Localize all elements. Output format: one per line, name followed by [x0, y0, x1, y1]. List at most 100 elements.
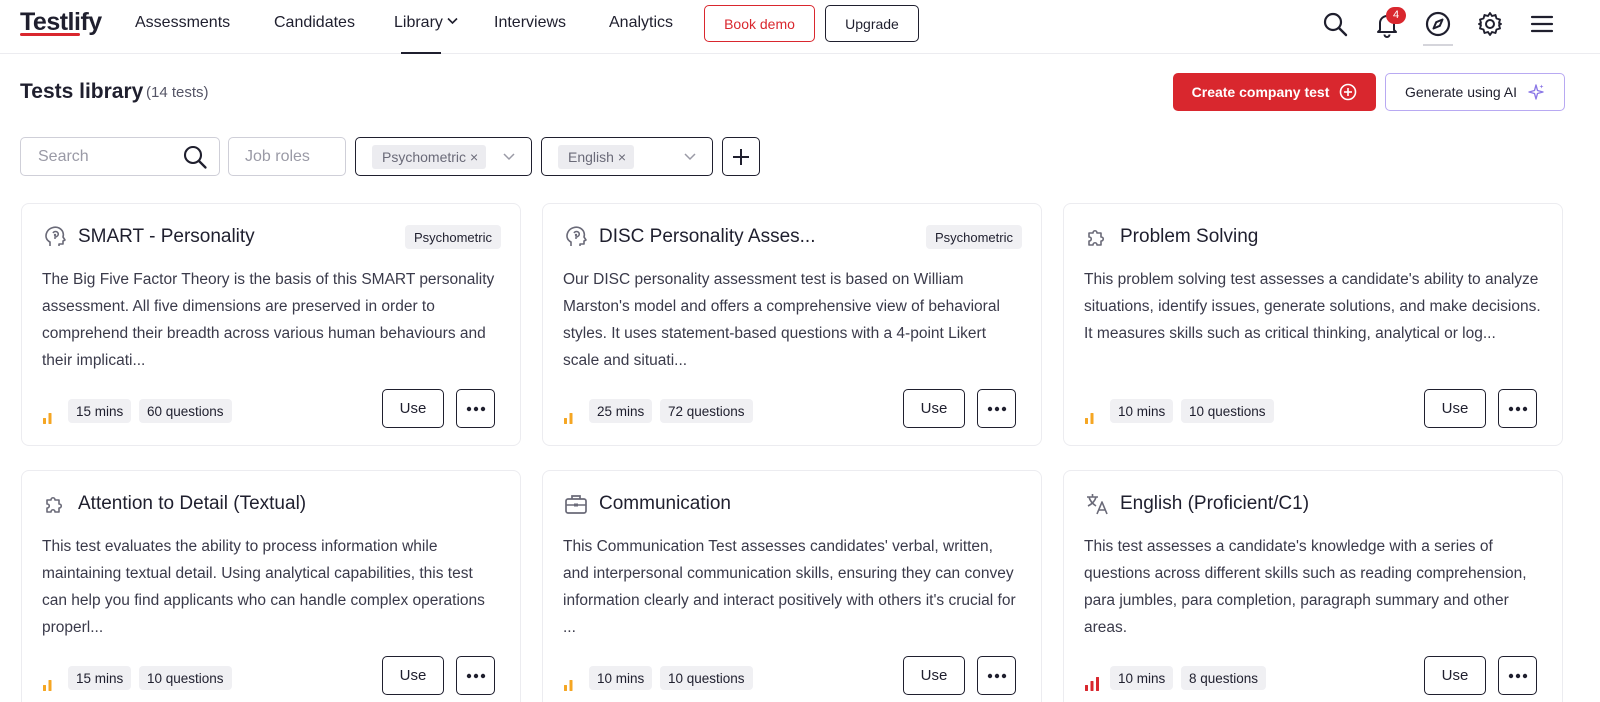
- generate-using-ai-label: Generate using AI: [1404, 84, 1518, 100]
- nav-interviews[interactable]: Interviews: [494, 14, 566, 32]
- generate-using-ai-button[interactable]: Generate using AI: [1385, 73, 1565, 111]
- difficulty-level-icon: [1085, 677, 1099, 691]
- test-description: This problem solving test assesses a can…: [1084, 271, 1541, 342]
- more-options-button[interactable]: [456, 389, 495, 428]
- create-company-test-label: Create company test: [1191, 84, 1330, 100]
- test-title: English (Proficient/C1): [1120, 493, 1310, 514]
- difficulty-level-icon: [564, 410, 578, 424]
- plus-circle-icon: [1340, 83, 1357, 101]
- test-card[interactable]: Communication This Communication Test as…: [542, 470, 1042, 702]
- top-navbar: Testlify Assessments Candidates Library …: [0, 0, 1600, 54]
- difficulty-level-icon: [1085, 410, 1099, 424]
- create-company-test-button[interactable]: Create company test: [1173, 73, 1376, 111]
- nav-library-label: Library: [394, 14, 443, 31]
- test-card[interactable]: English (Proficient/C1) This test assess…: [1063, 470, 1563, 702]
- close-icon[interactable]: ×: [618, 149, 626, 165]
- search-field: [20, 137, 220, 176]
- test-question-count: 8 questions: [1181, 666, 1267, 690]
- nav-active-indicator: [401, 52, 441, 54]
- gear-icon[interactable]: [1476, 10, 1504, 38]
- test-question-count: 72 questions: [660, 399, 753, 423]
- chevron-down-icon: [447, 16, 458, 28]
- test-title: Attention to Detail (Textual): [78, 493, 307, 514]
- test-category-tag: Psychometric: [925, 225, 1022, 249]
- more-options-button[interactable]: [1498, 389, 1537, 428]
- search-icon[interactable]: [181, 143, 209, 171]
- more-horizontal-icon: [466, 406, 485, 411]
- difficulty-level-icon: [43, 677, 57, 691]
- test-card[interactable]: Problem Solving This problem solving tes…: [1063, 203, 1563, 446]
- test-description: This Communication Test assesses candida…: [563, 538, 1016, 636]
- test-title: Problem Solving: [1120, 226, 1259, 247]
- test-title: Communication: [599, 493, 731, 514]
- chevron-down-icon: [503, 153, 515, 161]
- briefcase-icon: [565, 495, 587, 514]
- puzzle-icon: [1088, 229, 1105, 246]
- nav-assessments[interactable]: Assessments: [135, 14, 230, 32]
- more-options-button[interactable]: [1498, 656, 1537, 695]
- upgrade-button[interactable]: Upgrade: [825, 5, 919, 42]
- more-horizontal-icon: [1508, 406, 1527, 411]
- use-test-button[interactable]: Use: [903, 389, 965, 428]
- test-question-count: 10 questions: [139, 666, 232, 690]
- use-test-button[interactable]: Use: [1424, 389, 1486, 428]
- close-icon[interactable]: ×: [470, 149, 478, 165]
- chevron-down-icon: [684, 153, 696, 161]
- search-input[interactable]: [22, 139, 172, 174]
- translate-icon: [1087, 494, 1108, 515]
- use-test-button[interactable]: Use: [1424, 656, 1486, 695]
- nav-candidates[interactable]: Candidates: [274, 14, 355, 32]
- test-description: Our DISC personality assessment test is …: [563, 271, 1000, 369]
- test-category-tag: Psychometric: [404, 225, 501, 249]
- test-duration: 15 mins: [68, 666, 132, 690]
- compass-icon[interactable]: [1424, 10, 1452, 38]
- brain-head-icon: [566, 226, 587, 246]
- test-description: The Big Five Factor Theory is the basis …: [42, 271, 495, 369]
- test-count: (14 tests): [146, 84, 209, 101]
- puzzle-icon: [46, 496, 63, 513]
- compass-active-indicator: [1423, 44, 1453, 46]
- test-card[interactable]: SMART - Personality Psychometric The Big…: [21, 203, 521, 446]
- use-test-button[interactable]: Use: [382, 389, 444, 428]
- test-question-count: 60 questions: [139, 399, 232, 423]
- job-roles-input[interactable]: [229, 138, 345, 175]
- more-horizontal-icon: [987, 406, 1006, 411]
- filter-chip-psychometric: Psychometric ×: [372, 145, 487, 169]
- test-duration: 25 mins: [589, 399, 653, 423]
- use-test-button[interactable]: Use: [903, 656, 965, 695]
- brain-head-icon: [45, 226, 66, 246]
- notifications-badge: 4: [1386, 7, 1406, 24]
- more-horizontal-icon: [1508, 673, 1527, 678]
- plus-icon: [733, 148, 749, 165]
- job-roles-field: [228, 137, 346, 176]
- difficulty-level-icon: [564, 677, 578, 691]
- test-duration: 10 mins: [1110, 399, 1174, 423]
- more-options-button[interactable]: [456, 656, 495, 695]
- search-icon[interactable]: [1321, 10, 1349, 38]
- test-question-count: 10 questions: [660, 666, 753, 690]
- difficulty-level-icon: [43, 410, 57, 424]
- nav-analytics[interactable]: Analytics: [609, 14, 673, 32]
- test-duration: 10 mins: [1110, 666, 1174, 690]
- use-test-button[interactable]: Use: [382, 656, 444, 695]
- test-duration: 15 mins: [68, 399, 132, 423]
- nav-library[interactable]: Library: [394, 14, 458, 32]
- logo-underline: [20, 33, 80, 36]
- test-question-count: 10 questions: [1181, 399, 1274, 423]
- test-card[interactable]: Attention to Detail (Textual) This test …: [21, 470, 521, 702]
- page-title: Tests library: [20, 80, 144, 103]
- book-demo-button[interactable]: Book demo: [704, 5, 815, 42]
- menu-icon[interactable]: [1528, 10, 1556, 38]
- more-horizontal-icon: [987, 673, 1006, 678]
- filter-chip-english: English ×: [558, 145, 635, 169]
- language-select[interactable]: English ×: [541, 137, 713, 176]
- more-options-button[interactable]: [977, 389, 1016, 428]
- test-description: This test evaluates the ability to proce…: [42, 538, 485, 636]
- sparkle-icon: [1528, 84, 1544, 100]
- more-options-button[interactable]: [977, 656, 1016, 695]
- test-type-select[interactable]: Psychometric ×: [355, 137, 532, 176]
- filter-chip-label: Psychometric: [382, 149, 467, 165]
- test-card[interactable]: DISC Personality Asses... Psychometric O…: [542, 203, 1042, 446]
- filter-chip-label: English: [568, 149, 614, 165]
- add-filter-button[interactable]: [722, 137, 760, 176]
